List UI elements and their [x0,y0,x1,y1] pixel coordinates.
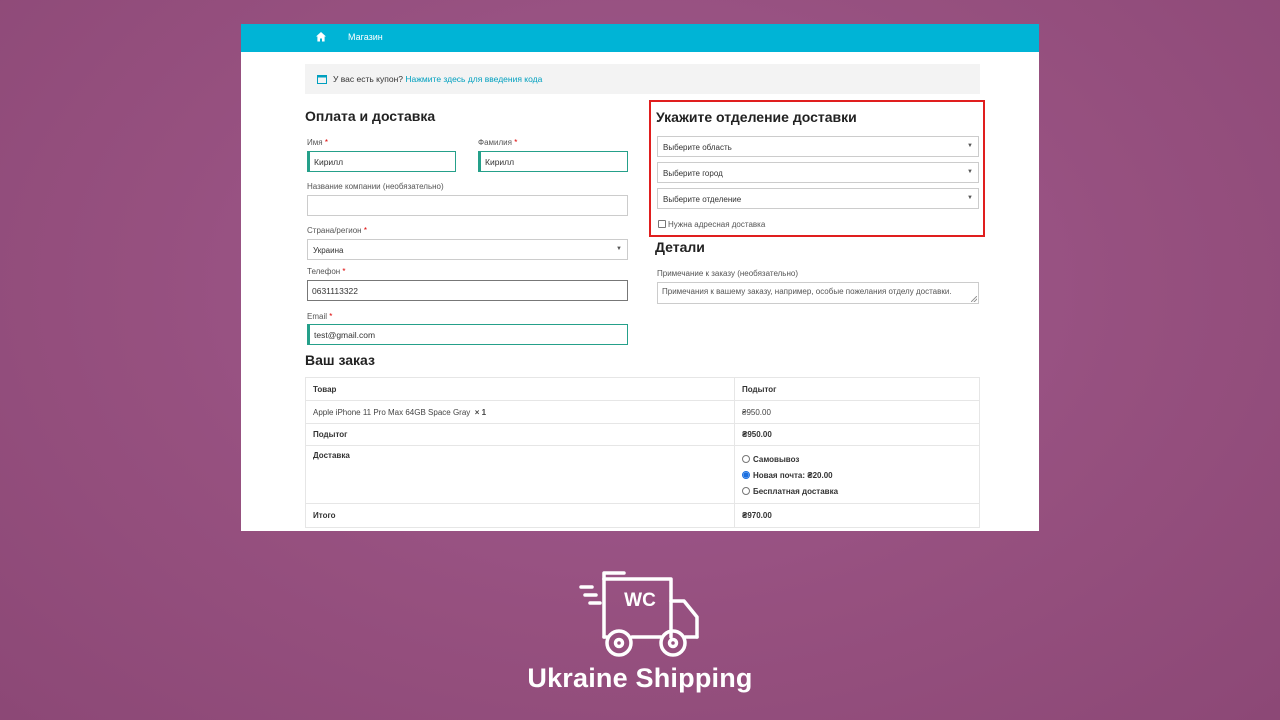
region-select[interactable]: Выберите область ▼ [657,136,979,157]
top-nav-bar: Магазин [241,24,1039,52]
table-header-row: Товар Подытог [305,377,980,401]
table-row: Apple iPhone 11 Pro Max 64GB Space Gray … [305,400,980,424]
dropdown-arrow-icon: ▼ [967,169,973,175]
address-delivery-checkbox[interactable]: Нужна адресная доставка [658,220,765,229]
company-field[interactable] [307,195,628,216]
col-header-product: Товар [305,377,735,401]
subtotal-label: Подытог [305,423,735,446]
order-note-placeholder: Примечания к вашему заказу, например, ос… [662,287,952,296]
product-qty: × 1 [474,407,487,417]
home-icon[interactable] [315,31,327,43]
product-name: Apple iPhone 11 Pro Max 64GB Space Gray [313,407,471,417]
delivery-title: Укажите отделение доставки [656,109,857,125]
city-select[interactable]: Выберите город ▼ [657,162,979,183]
calendar-icon [317,75,327,84]
shipping-option-label: Новая почта: ₴20.00 [753,470,833,480]
phone-label: Телефон * [307,267,346,276]
dropdown-arrow-icon: ▼ [616,246,622,252]
company-label: Название компании (необязательно) [307,182,444,191]
details-title: Детали [655,239,705,255]
order-table: Товар Подытог Apple iPhone 11 Pro Max 64… [305,377,980,528]
country-select[interactable]: Украина ▼ [307,239,628,260]
region-placeholder: Выберите область [663,143,732,152]
screenshot-frame: Магазин У вас есть купон? Нажмите здесь … [241,24,1039,531]
shipping-label: Доставка [305,445,735,504]
coupon-prompt: У вас есть купон? [333,74,403,84]
resize-grip-icon[interactable] [971,296,977,302]
logo-text: WC [624,590,656,611]
dropdown-arrow-icon: ▼ [967,143,973,149]
shipping-option-free[interactable]: Бесплатная доставка [742,484,972,500]
radio-icon[interactable] [742,454,750,463]
country-value: Украина [313,246,344,255]
branch-placeholder: Выберите отделение [663,195,742,204]
subtotal-value: ₴950.00 [734,423,980,446]
address-delivery-label: Нужна адресная доставка [668,220,766,229]
dropdown-arrow-icon: ▼ [967,195,973,201]
shipping-options: Самовывоз Новая почта: ₴20.00 Бесплатная… [734,445,980,504]
order-title: Ваш заказ [305,352,375,368]
coupon-link[interactable]: Нажмите здесь для введения кода [405,74,542,84]
city-placeholder: Выберите город [663,169,723,178]
shop-link[interactable]: Магазин [348,32,383,42]
last-name-field[interactable]: Кирилл [478,151,628,172]
email-field[interactable]: test@gmail.com [307,324,628,345]
first-name-field[interactable]: Кирилл [307,151,456,172]
country-label: Страна/регион * [307,226,367,235]
coupon-notice: У вас есть купон? Нажмите здесь для введ… [305,64,980,94]
product-price: ₴950.00 [734,400,980,424]
table-row: Подытог ₴950.00 [305,423,980,446]
phone-field[interactable]: 0631113322 [307,280,628,301]
radio-icon[interactable] [742,486,750,495]
email-label: Email * [307,312,333,321]
shipping-option-nova-poshta[interactable]: Новая почта: ₴20.00 [742,468,972,484]
col-header-subtotal: Подытог [734,377,980,401]
order-note-field[interactable]: Примечания к вашему заказу, например, ос… [657,282,979,304]
shipping-option-label: Бесплатная доставка [753,486,839,496]
product-cell: Apple iPhone 11 Pro Max 64GB Space Gray … [305,400,735,424]
first-name-label: Имя * [307,138,328,147]
radio-selected-icon[interactable] [742,470,750,479]
checkbox-icon[interactable] [658,220,666,228]
table-row: Итого ₴970.00 [305,503,980,528]
total-value: ₴970.00 [734,503,980,528]
delivery-truck-logo-icon: WC [579,571,699,657]
last-name-label: Фамилия * [478,138,518,147]
billing-title: Оплата и доставка [305,108,436,124]
order-note-label: Примечание к заказу (необязательно) [657,269,798,278]
shipping-option-pickup[interactable]: Самовывоз [742,452,972,468]
total-label: Итого [305,503,735,528]
product-name: Ukraine Shipping [527,663,753,693]
shipping-option-label: Самовывоз [753,454,800,464]
table-row: Доставка Самовывоз Новая почта: ₴20.00 Б… [305,445,980,504]
branch-select[interactable]: Выберите отделение ▼ [657,188,979,209]
